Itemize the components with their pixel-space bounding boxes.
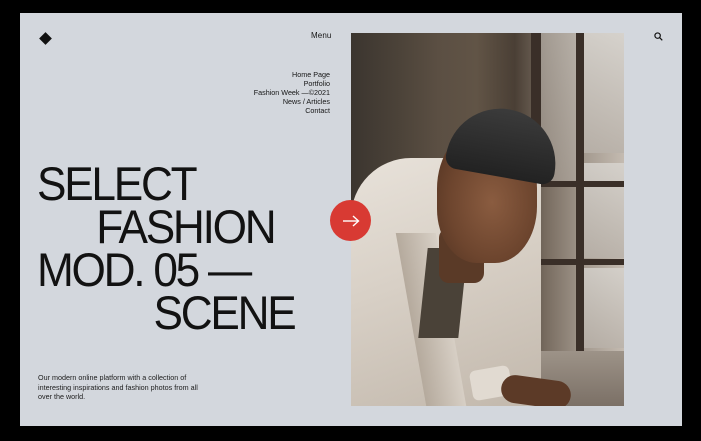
nav-item-home[interactable]: Home Page (292, 70, 330, 79)
search-icon[interactable] (654, 32, 663, 41)
next-slide-button[interactable] (330, 200, 371, 241)
menu-button[interactable]: Menu (311, 31, 331, 40)
headline-line-1: SELECT (37, 157, 198, 210)
main-nav: Home Page Portfolio Fashion Week —©2021 … (254, 70, 330, 115)
arrow-right-icon (342, 214, 360, 227)
nav-item-news[interactable]: News / Articles (283, 97, 330, 106)
hero-photo (351, 33, 624, 406)
hero-headline: SELECT FASHION MOD. 05 — SCENE (37, 157, 297, 339)
nav-item-portfolio[interactable]: Portfolio (304, 79, 330, 88)
headline-line-4: SCENE (153, 286, 297, 339)
nav-item-contact[interactable]: Contact (305, 106, 330, 115)
nav-item-fashion-week[interactable]: Fashion Week —©2021 (254, 88, 330, 97)
landing-page: Menu Home Page Portfolio Fashion Week —©… (20, 13, 682, 426)
headline-line-2: FASHION (96, 200, 276, 253)
hero-description: Our modern online platform with a collec… (38, 373, 198, 401)
diamond-logo-icon[interactable] (39, 32, 52, 45)
headline-line-3: MOD. 05 — (37, 243, 252, 296)
